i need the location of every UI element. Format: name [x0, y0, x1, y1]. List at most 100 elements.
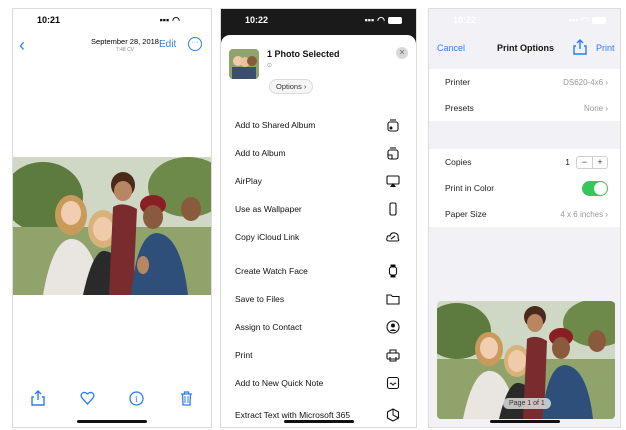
printer-row[interactable]: Printer DS620-4x6	[429, 69, 620, 95]
copies-label: Copies	[445, 157, 472, 167]
photo-date-title: September 28, 2018	[91, 37, 159, 46]
status-indicators: ▪▪▪ ◠	[365, 15, 402, 26]
print-in-color-row: Print in Color	[429, 175, 620, 201]
status-time: 10:21	[37, 15, 61, 25]
photo-illustration	[13, 157, 211, 295]
battery-icon	[183, 16, 197, 24]
presets-label: Presets	[445, 103, 474, 113]
airplay-icon	[386, 175, 400, 187]
signal-icon: ▪▪▪	[159, 15, 170, 25]
svg-text:i: i	[135, 395, 138, 404]
increment-button[interactable]: +	[592, 156, 607, 168]
page-count-badge: Page 1 of 1	[503, 398, 551, 409]
wifi-icon: ◠	[581, 14, 589, 25]
action-label: Copy iCloud Link	[235, 232, 300, 242]
paper-size-label: Paper Size	[445, 209, 487, 219]
action-label: Extract Text with Microsoft 365	[235, 409, 351, 420]
action-label: AirPlay	[235, 176, 262, 186]
photo-nav-bar: ‹ September 28, 2018 7:48 CV Edit ···	[13, 33, 211, 61]
cancel-button[interactable]: Cancel	[437, 43, 465, 53]
action-label: Create Watch Face	[235, 266, 308, 276]
close-icon[interactable]: ✕	[396, 47, 408, 59]
status-bar: 10:22 ▪▪▪ ◠	[429, 9, 620, 31]
action-add-to-new-quick-note[interactable]: Add to New Quick Note	[221, 369, 416, 397]
action-use-as-wallpaper[interactable]: Use as Wallpaper	[221, 195, 416, 223]
share-icon[interactable]	[30, 390, 46, 406]
action-label: Save to Files	[235, 294, 285, 304]
action-save-to-files[interactable]: Save to Files	[221, 285, 416, 313]
action-extract-text-microsoft-365[interactable]: Extract Text with Microsoft 365	[221, 397, 416, 427]
paper-size-value: 4 x 6 inches	[560, 210, 608, 219]
share-sheet: 1 Photo Selected ⊙ Options › ✕ Add to Sh…	[221, 35, 416, 427]
printer-settings-group: Printer DS620-4x6 Presets None	[429, 69, 620, 121]
presets-value: None	[584, 104, 608, 113]
action-label: Add to New Quick Note	[235, 378, 324, 388]
presets-row[interactable]: Presets None	[429, 95, 620, 121]
signal-icon: ▪▪▪	[568, 15, 579, 25]
screenshot-stage: 10:21 ▪▪▪ ◠ ‹ September 28, 2018 7:48 CV…	[0, 0, 626, 430]
share-sheet-screen: 10:22 ▪▪▪ ◠ 1 Photo Selected ⊙ Options ›…	[220, 8, 417, 428]
home-indicator	[283, 420, 354, 423]
status-indicators: ▪▪▪ ◠	[569, 15, 606, 26]
action-label: Add to Album	[235, 148, 286, 158]
cloud-link-icon	[386, 232, 400, 242]
wifi-icon: ◠	[172, 14, 180, 25]
album-icon	[387, 147, 399, 160]
print-preview[interactable]: Page 1 of 1	[437, 301, 615, 419]
paper-size-row[interactable]: Paper Size 4 x 6 inches	[429, 201, 620, 227]
print-button[interactable]: Print	[596, 43, 615, 53]
print-options-title: Print Options	[497, 43, 554, 53]
action-copy-icloud-link[interactable]: Copy iCloud Link	[221, 223, 416, 251]
home-indicator	[77, 420, 147, 423]
status-time: 10:22	[245, 15, 269, 25]
group-selfie-photo[interactable]	[13, 157, 211, 295]
action-airplay[interactable]: AirPlay	[221, 167, 416, 195]
selected-photo-thumbnail	[229, 49, 259, 79]
action-label: Use as Wallpaper	[235, 204, 302, 214]
action-add-to-shared-album[interactable]: Add to Shared Album	[221, 111, 416, 139]
location-icon: ⊙	[267, 63, 273, 69]
status-bar: 10:21 ▪▪▪ ◠	[13, 9, 211, 31]
info-icon[interactable]: i	[129, 390, 145, 406]
action-print[interactable]: Print	[221, 341, 416, 369]
share-sheet-header: 1 Photo Selected ⊙ Options › ✕	[229, 43, 408, 105]
options-button[interactable]: Options ›	[269, 79, 314, 94]
home-indicator	[489, 420, 560, 423]
copies-settings-group: Copies 1 − + Print in Color Paper Size 4…	[429, 149, 620, 227]
office-icon	[386, 408, 400, 422]
copies-stepper: − +	[576, 155, 608, 169]
status-time: 10:22	[453, 15, 477, 25]
photo-viewer-screen: 10:21 ▪▪▪ ◠ ‹ September 28, 2018 7:48 CV…	[12, 8, 212, 428]
status-bar: 10:22 ▪▪▪ ◠	[221, 9, 416, 31]
shared-album-icon	[387, 119, 399, 132]
copies-control: 1 − +	[565, 155, 608, 169]
print-in-color-toggle[interactable]	[582, 180, 608, 196]
back-chevron-icon[interactable]: ‹	[19, 35, 25, 56]
print-nav-bar: Cancel Print Options Print	[429, 33, 620, 63]
action-label: Add to Shared Album	[235, 120, 316, 130]
decrement-button[interactable]: −	[577, 157, 592, 168]
printer-label: Printer	[445, 77, 471, 87]
status-indicators: ▪▪▪ ◠	[160, 15, 197, 26]
print-options-body: Cancel Print Options Print Printer DS620…	[429, 31, 620, 427]
edit-button[interactable]: Edit	[159, 39, 176, 50]
signal-icon: ▪▪▪	[364, 15, 375, 25]
contact-icon	[386, 320, 400, 334]
heart-icon[interactable]	[79, 390, 95, 406]
trash-icon[interactable]	[178, 390, 194, 406]
action-create-watch-face[interactable]: Create Watch Face	[221, 257, 416, 285]
share-actions-list: Add to Shared Album Add to Album AirPlay…	[221, 111, 416, 427]
printer-value: DS620-4x6	[563, 78, 608, 87]
share-icon[interactable]	[573, 39, 587, 55]
wifi-icon: ◠	[377, 14, 385, 25]
print-in-color-label: Print in Color	[445, 183, 495, 193]
quick-note-icon	[386, 376, 400, 390]
printer-icon	[386, 349, 400, 362]
copies-row: Copies 1 − +	[429, 149, 620, 175]
battery-icon	[592, 16, 606, 24]
watch-icon	[388, 264, 398, 278]
more-options-icon[interactable]: ···	[188, 37, 202, 51]
action-assign-to-contact[interactable]: Assign to Contact	[221, 313, 416, 341]
action-add-to-album[interactable]: Add to Album	[221, 139, 416, 167]
action-label: Print	[235, 350, 253, 360]
